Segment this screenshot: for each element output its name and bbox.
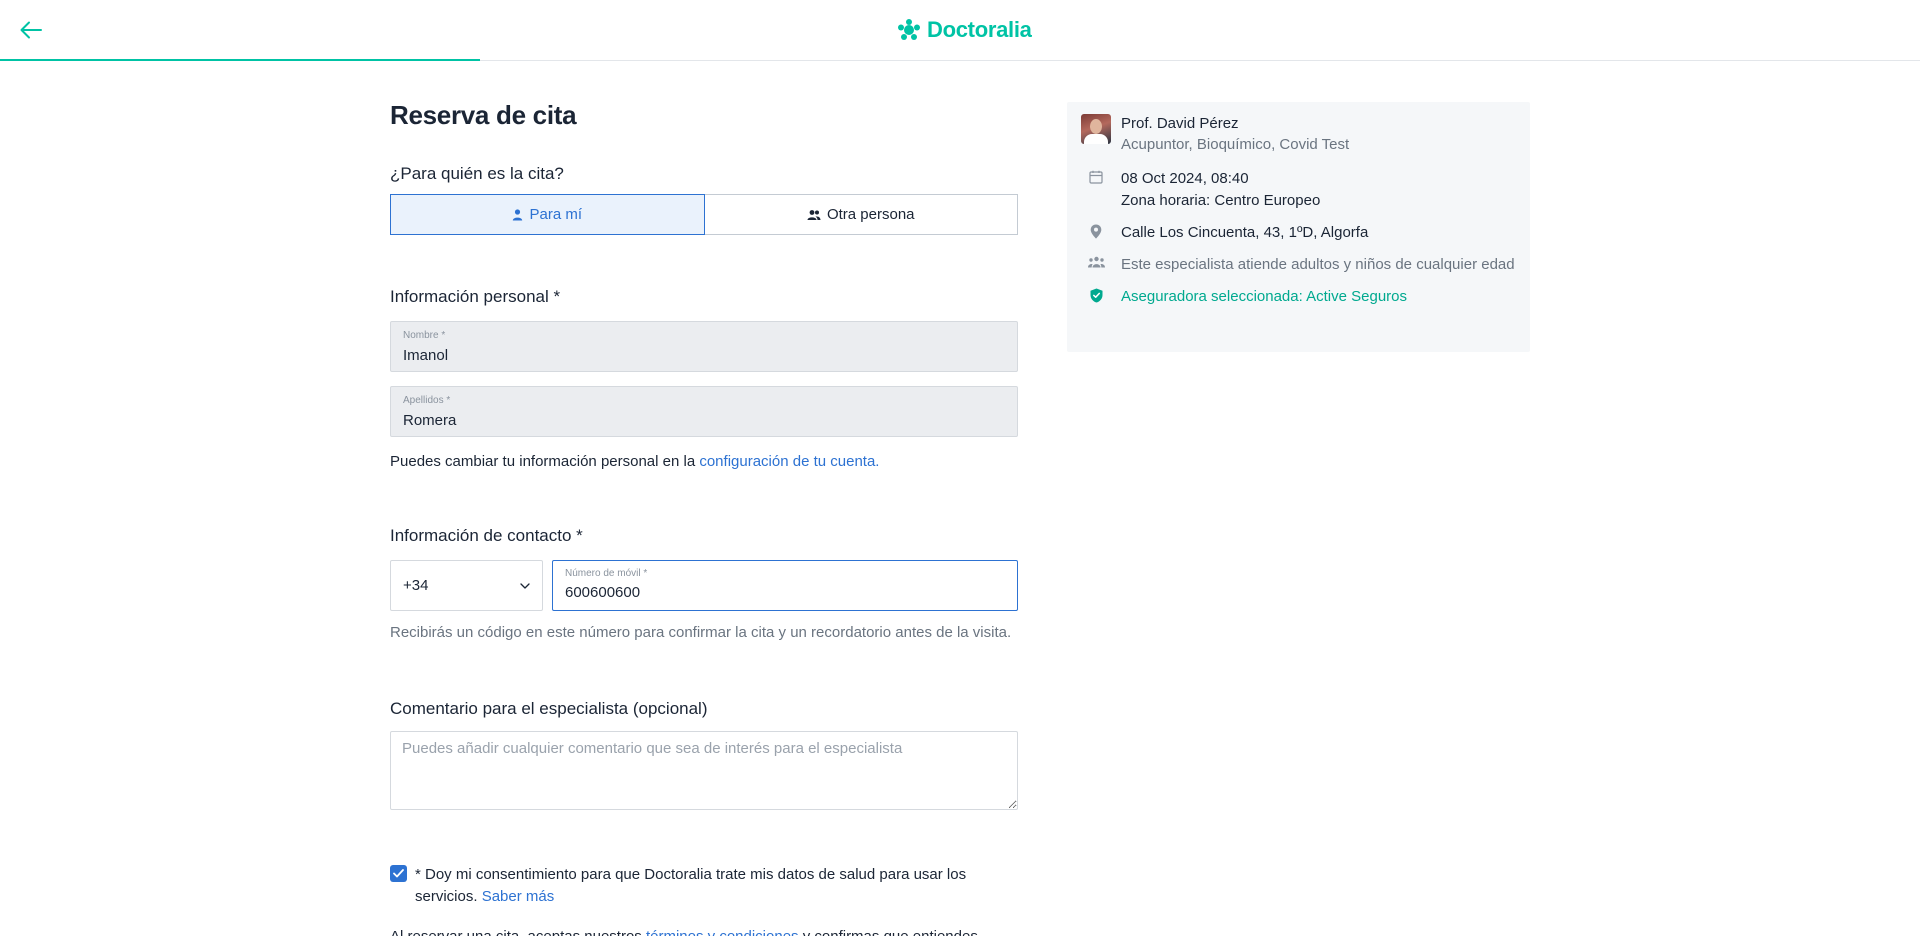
selected-insurance: Aseguradora seleccionada: Active Seguros: [1121, 288, 1408, 305]
terms-text: Al reservar una cita, aceptas nuestros t…: [390, 928, 1018, 936]
insurance-row: Aseguradora seleccionada: Active Seguros: [1081, 286, 1516, 308]
learn-more-link[interactable]: Saber más: [482, 888, 555, 905]
doctoralia-logo-icon: [898, 19, 920, 40]
arrow-left-icon: [20, 21, 42, 39]
for-whom-question: ¿Para quién es la cita?: [390, 164, 564, 183]
audience-row: Este especialista atiende adultos y niño…: [1081, 254, 1516, 276]
personal-helper-text: Puedes cambiar tu información personal e…: [390, 453, 700, 470]
last-name-value: Romera: [403, 412, 457, 429]
doctor-specialties: Acupuntor, Bioquímico, Covid Test: [1121, 136, 1350, 153]
option-for-me-label: Para mí: [529, 206, 582, 223]
doctor-row: Prof. David Pérez Acupuntor, Bioquímico,…: [1081, 114, 1516, 156]
brand-name: Doctoralia: [927, 17, 1032, 42]
doctor-name: Prof. David Pérez: [1121, 115, 1239, 132]
clinic-address: Calle Los Cincuenta, 43, 1ºD, Algorfa: [1121, 224, 1369, 241]
page-title: Reserva de cita: [390, 100, 577, 130]
doctoralia-logo[interactable]: Doctoralia: [897, 15, 1032, 45]
booking-form: Reserva de cita ¿Para quién es la cita? …: [390, 100, 1018, 936]
appointment-summary-card: Prof. David Pérez Acupuntor, Bioquímico,…: [1067, 102, 1530, 352]
datetime-row: 08 Oct 2024, 08:40 Zona horaria: Centro …: [1081, 168, 1516, 212]
progress-bar: [0, 59, 480, 61]
consent-checkbox[interactable]: [390, 865, 407, 882]
phone-row: +34 Número de móvil *: [390, 560, 1018, 611]
doctor-avatar: [1081, 114, 1111, 144]
personal-info-helper: Puedes cambiar tu información personal e…: [390, 453, 1018, 470]
appointment-timezone: Zona horaria: Centro Europeo: [1121, 192, 1321, 209]
option-other-person-label: Otra persona: [826, 206, 915, 223]
option-for-me[interactable]: Para mí: [390, 194, 705, 235]
contact-info-title: Información de contacto *: [390, 526, 583, 545]
people-icon: [807, 209, 821, 220]
phone-helper: Recibirás un código en este número para …: [390, 624, 1012, 641]
comment-title: Comentario para el especialista (opciona…: [390, 699, 708, 718]
account-settings-link[interactable]: configuración de tu cuenta.: [699, 453, 879, 470]
option-other-person[interactable]: Otra persona: [704, 194, 1018, 235]
terms-prefix: Al reservar una cita, aceptas nuestros: [390, 928, 646, 936]
location-pin-icon: [1090, 224, 1102, 239]
group-icon: [1087, 256, 1105, 268]
first-name-value: Imanol: [403, 347, 449, 364]
mobile-number-input[interactable]: [565, 584, 1005, 601]
check-icon: [393, 869, 404, 878]
top-bar: Doctoralia: [0, 0, 1920, 61]
last-name-label: Apellidos *: [403, 395, 451, 406]
consent-text: * Doy mi consentimiento para que Doctora…: [415, 864, 995, 908]
last-name-field[interactable]: Apellidos * Romera: [390, 386, 1018, 437]
patient-audience: Este especialista atiende adultos y niño…: [1121, 256, 1515, 273]
calendar-icon: [1089, 170, 1103, 184]
shield-check-icon: [1090, 288, 1102, 303]
terms-suffix: y confirmas que entiendes: [799, 928, 978, 936]
country-code-select[interactable]: +34: [390, 560, 543, 611]
mobile-number-field[interactable]: Número de móvil *: [552, 560, 1018, 611]
first-name-field[interactable]: Nombre * Imanol: [390, 321, 1018, 372]
for-whom-toggle: Para mí Otra persona: [390, 194, 1018, 235]
personal-info-title: Información personal *: [390, 287, 561, 306]
comment-textarea[interactable]: [390, 731, 1018, 810]
back-button[interactable]: [17, 16, 45, 44]
mobile-number-label: Número de móvil *: [565, 568, 648, 579]
first-name-label: Nombre *: [403, 330, 446, 341]
chevron-down-icon: [520, 582, 530, 589]
appointment-datetime: 08 Oct 2024, 08:40: [1121, 170, 1249, 187]
terms-link[interactable]: términos y condiciones: [646, 928, 799, 936]
person-icon: [513, 208, 523, 220]
address-row: Calle Los Cincuenta, 43, 1ºD, Algorfa: [1081, 222, 1516, 244]
consent-row: * Doy mi consentimiento para que Doctora…: [390, 864, 1018, 908]
country-code-value: +34: [403, 577, 429, 594]
